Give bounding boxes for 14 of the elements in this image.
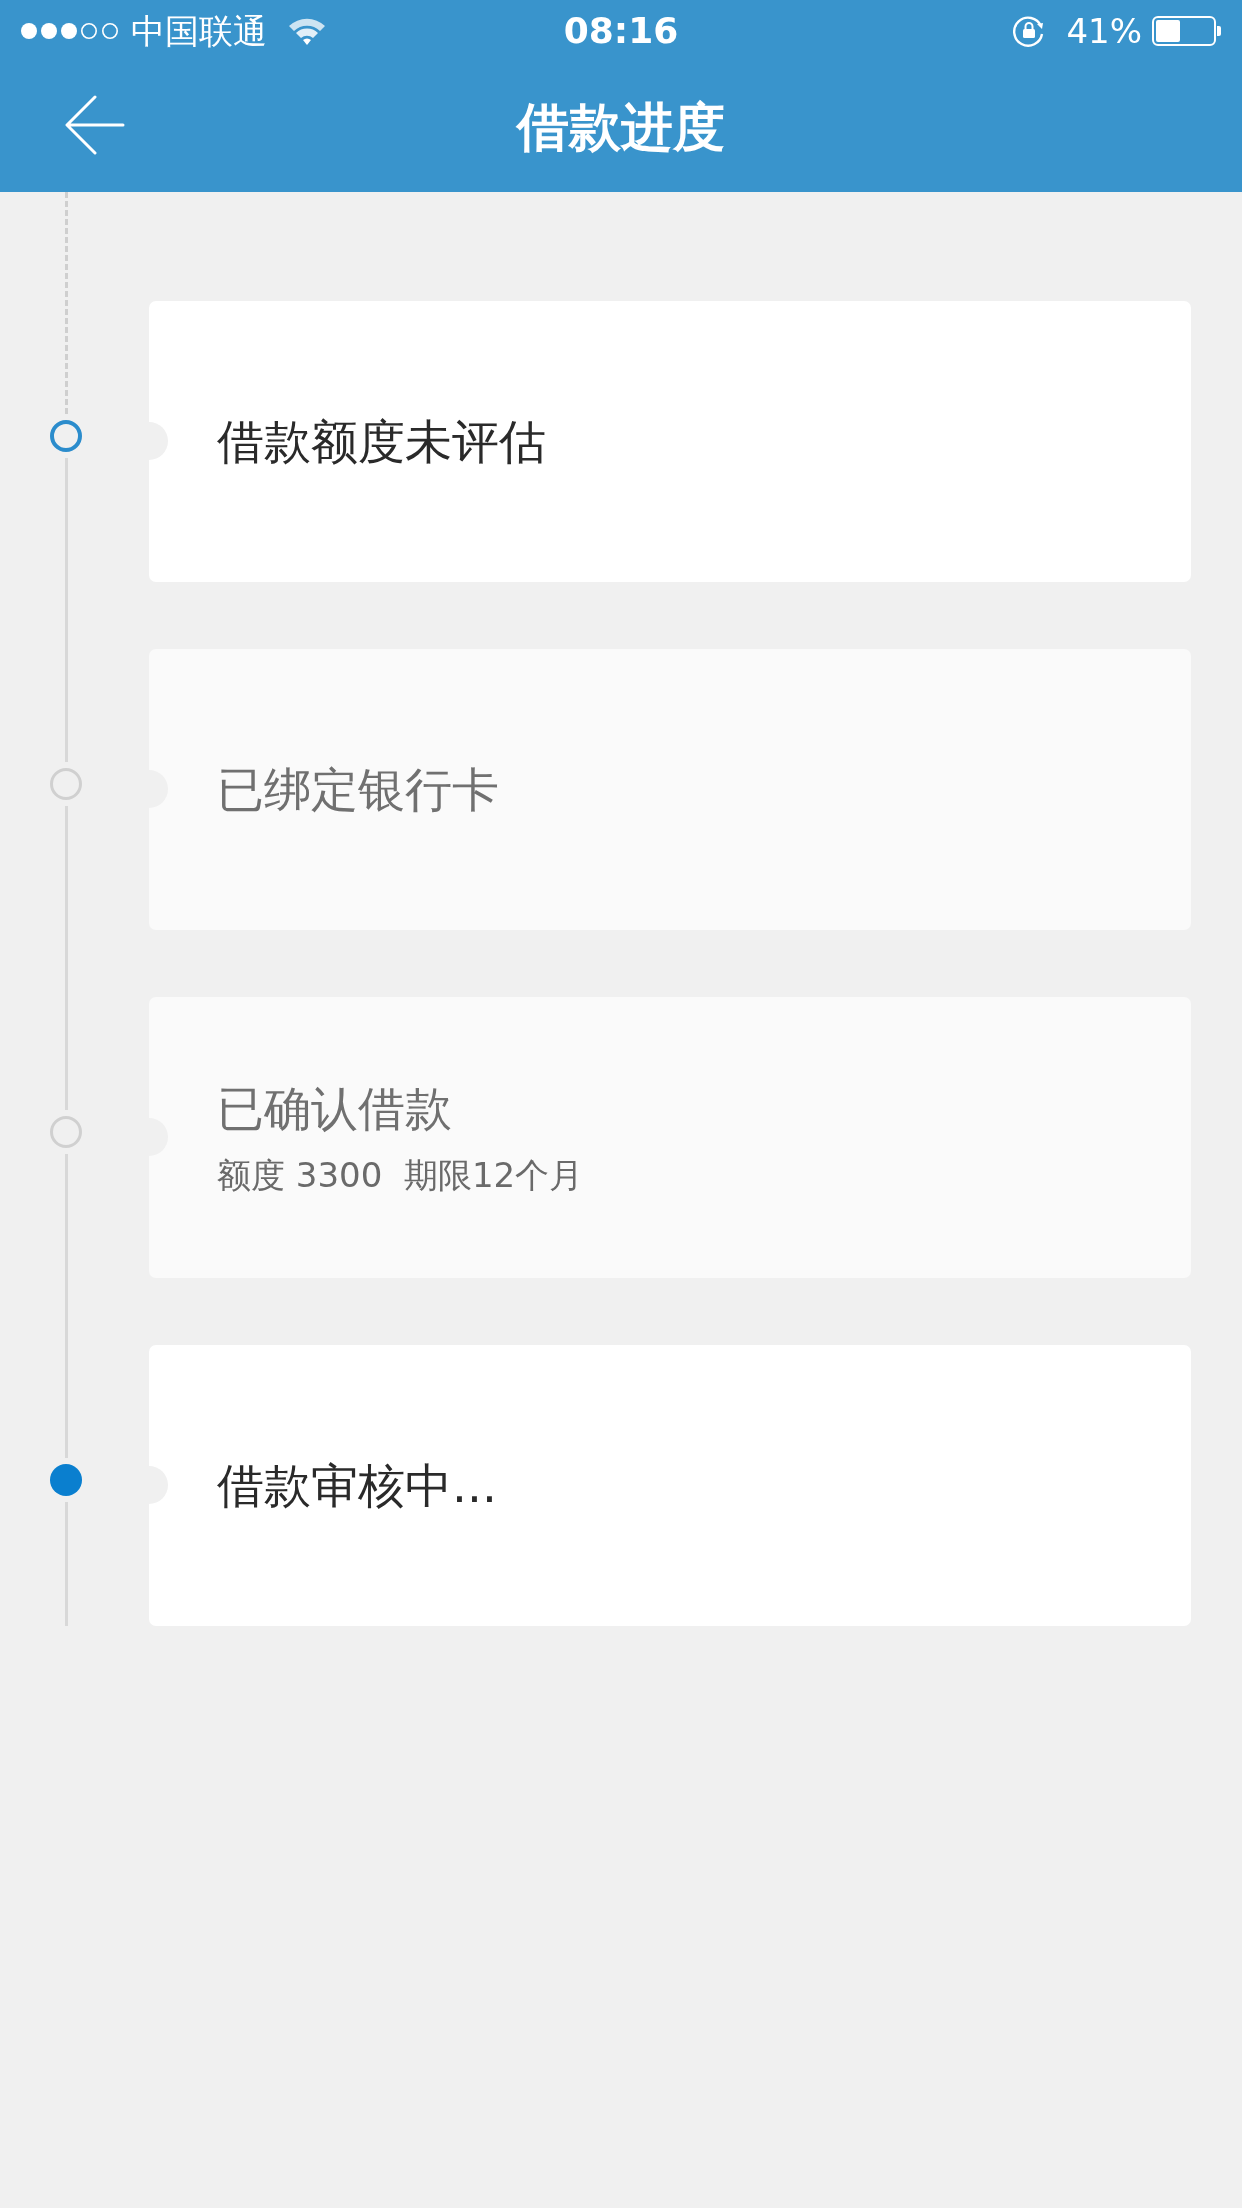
battery-percent: 41%: [1066, 10, 1142, 52]
step-title: 借款额度未评估: [217, 412, 547, 471]
step-title: 已绑定银行卡: [217, 760, 500, 819]
wifi-icon: [287, 16, 327, 46]
battery-icon: [1152, 16, 1222, 46]
carrier-name: 中国联通: [131, 10, 267, 52]
page-title: 借款进度: [517, 95, 725, 159]
step-title: 借款审核中...: [217, 1456, 498, 1515]
back-button[interactable]: [65, 95, 125, 155]
signal-icon: [20, 21, 120, 41]
step-detail: 额度 3300 期限12个月: [217, 1153, 585, 1197]
step-title: 已确认借款: [217, 1079, 453, 1138]
status-time: 08:16: [563, 9, 679, 53]
back-arrow-icon: [65, 95, 125, 155]
